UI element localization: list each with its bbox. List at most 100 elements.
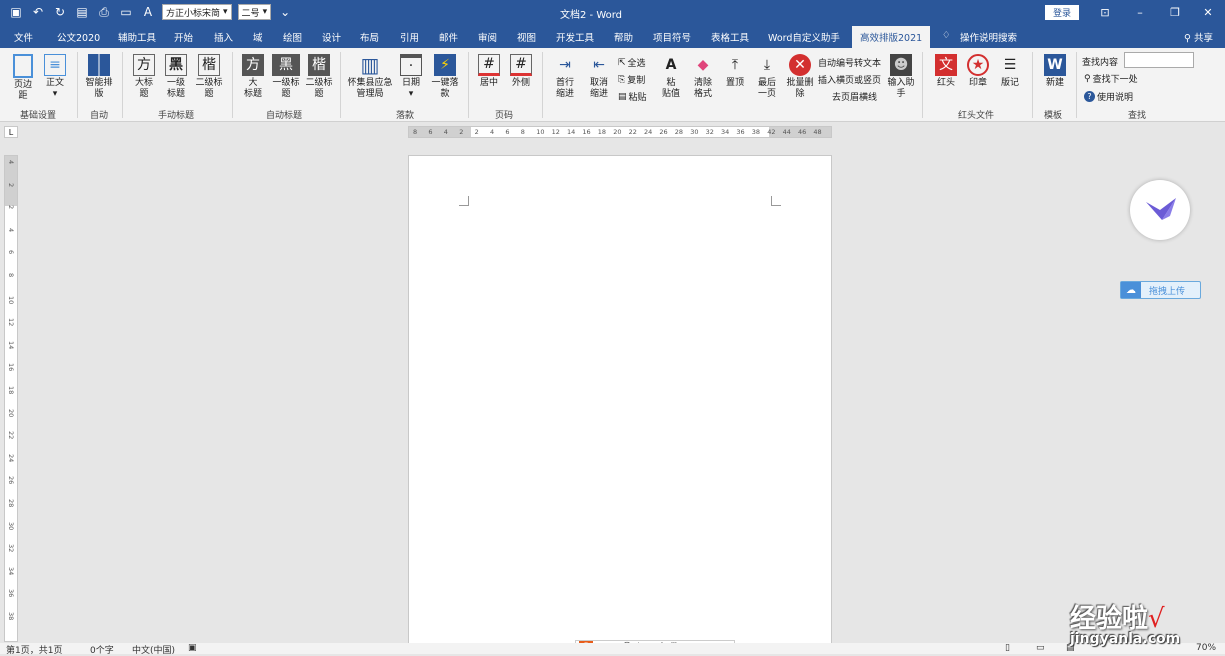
customize-qat-icon[interactable]: ⌄ [277, 4, 293, 20]
last-page-button[interactable]: ⤓ 最后 一页 [754, 54, 780, 100]
print-preview-icon[interactable]: ⎙ [96, 4, 112, 20]
close-icon[interactable]: ✕ [1198, 4, 1218, 20]
ruler-tick-label: 8 [520, 128, 525, 136]
page-center-button[interactable]: # 居中 [476, 54, 502, 89]
tab-file[interactable]: 文件 [14, 30, 33, 44]
find-next-button[interactable]: ⚲ 查找下一处 [1084, 72, 1138, 86]
clear-format-button[interactable]: ◆ 清除 格式 [690, 54, 716, 100]
find-content-input[interactable] [1124, 52, 1194, 68]
login-button[interactable]: 登录 [1045, 5, 1079, 20]
ruler-tick-label: 18 [597, 128, 607, 136]
ruler-tick-label: 2 [7, 205, 15, 210]
document-page[interactable] [408, 155, 832, 645]
tab-design[interactable]: 设计 [322, 30, 341, 44]
share-button[interactable]: ⚲ 共享 [1184, 30, 1213, 44]
print-icon[interactable]: ▭ [118, 4, 134, 20]
hei-dark-icon: 黑 [272, 54, 300, 76]
word-count[interactable]: 0个字 [90, 643, 114, 656]
batch-delete-button[interactable]: ✕ 批量删 除 [784, 54, 816, 100]
undo-icon[interactable]: ↶ [30, 4, 46, 20]
lightbulb-icon: ♢ [942, 30, 951, 41]
title-bar: ▣ ↶ ↻ ▤ ⎙ ▭ A 方正小标宋简 ▾ 二号 ▾ ⌄ 文档2 - Word 登… [0, 0, 1225, 26]
tell-me-search[interactable]: 操作说明搜索 [960, 30, 1017, 44]
to-top-button[interactable]: ⤒ 置顶 [722, 54, 748, 89]
auto-level1-button[interactable]: 黑 一级标 题 [270, 54, 302, 100]
tab-view[interactable]: 视图 [517, 30, 536, 44]
ruler-tick-label: 42 [767, 128, 776, 136]
save-as-icon[interactable]: ▤ [74, 4, 90, 20]
manual-level2-button[interactable]: 楷 二级标 题 [194, 54, 224, 100]
one-key-sign-button[interactable]: ⚡ 一键落 款 [430, 54, 460, 100]
select-all-button[interactable]: ⇱ 全选 [618, 56, 646, 70]
tab-insert[interactable]: 插入 [214, 30, 233, 44]
read-mode-icon[interactable]: ▯ [1005, 643, 1010, 653]
tab-developer[interactable]: 开发工具 [556, 30, 594, 44]
insert-section-page-button[interactable]: 插入横页或竖页 [818, 73, 881, 86]
macro-icon[interactable]: ▣ [188, 643, 197, 653]
input-helper-button[interactable]: ☻ 输入助 手 [886, 54, 916, 100]
version-note-button[interactable]: ☰ 版记 [997, 54, 1023, 89]
font-size-icon[interactable]: A [140, 4, 156, 20]
page-count[interactable]: 第1页，共1页 [6, 643, 62, 656]
save-icon[interactable]: ▣ [8, 4, 24, 20]
auto-number-to-text-button[interactable]: 自动编号转文本 [818, 56, 881, 69]
vertical-ruler[interactable]: 4 2 2 4 6 8 10 12 14 16 18 20 22 24 26 28 30 32 34 36 38 [4, 155, 18, 642]
tab-efficient-layout[interactable]: 高效排版2021 [852, 26, 931, 48]
font-size-select[interactable]: 二号 ▾ [237, 4, 272, 20]
tab-help[interactable]: 帮助 [614, 30, 633, 44]
new-template-button[interactable]: W 新建 [1040, 54, 1070, 89]
tab-draw[interactable]: 绘图 [283, 30, 302, 44]
remove-header-line-button[interactable]: 去页眉横线 [832, 90, 877, 103]
manual-big-title-button[interactable]: 方 大标 题 [130, 54, 158, 100]
seal-button[interactable]: ★ 印章 [965, 54, 991, 89]
tab-gongwen[interactable]: 公文2020 [57, 30, 100, 44]
restore-icon[interactable]: ❐ [1165, 4, 1185, 20]
ruler-tick-label: 48 [813, 128, 822, 136]
ruler-tick-label: 26 [659, 128, 668, 136]
feishu-bird-icon[interactable] [1130, 180, 1190, 240]
minimize-icon[interactable]: – [1130, 4, 1150, 20]
margin-button[interactable]: 页边 距 [10, 54, 36, 102]
tab-home[interactable]: 开始 [174, 30, 193, 44]
print-layout-icon[interactable]: ▭ [1036, 643, 1045, 653]
smart-layout-button[interactable]: 智能排 版 [84, 54, 114, 100]
tab-references[interactable]: 引用 [400, 30, 419, 44]
tab-mailings[interactable]: 邮件 [439, 30, 458, 44]
tab-tools[interactable]: 辅助工具 [118, 30, 156, 44]
org-sign-button[interactable]: ▥ 怀集县应急 管理局 [346, 54, 394, 100]
ribbon-display-icon[interactable]: ⊡ [1095, 4, 1115, 20]
date-button[interactable]: · 日期 ▾ [398, 54, 424, 100]
red-head-button[interactable]: 文 红头 [933, 54, 959, 89]
font-name-select[interactable]: 方正小标宋简 ▾ [162, 4, 232, 20]
ruler-tick-label: 34 [721, 128, 730, 136]
horizontal-ruler[interactable]: 8 6 4 2 2 4 6 8 10 12 14 16 18 20 22 24 26 28 30 32 34 36 38 42… [408, 126, 832, 138]
auto-big-title-button[interactable]: 方 大 标题 [240, 54, 266, 100]
help-button[interactable]: ? 使用说明 [1084, 90, 1133, 103]
tab-bullets[interactable]: 项目符号 [653, 30, 691, 44]
paste-button[interactable]: ▤ 粘贴 [618, 90, 647, 104]
tab-field[interactable]: 域 [253, 30, 263, 44]
help-icon: ? [1084, 91, 1095, 102]
tab-selector[interactable]: L [4, 126, 18, 138]
tab-word-assistant[interactable]: Word自定义助手 [768, 30, 840, 44]
ruler-tick-label: 34 [7, 566, 15, 576]
ruler-tick-label: 8 [413, 128, 418, 136]
manual-level1-button[interactable]: 黑 一级 标题 [162, 54, 190, 100]
tab-layout[interactable]: 布局 [360, 30, 379, 44]
paste-value-button[interactable]: A 粘 贴值 [658, 54, 684, 100]
auto-level2-button[interactable]: 楷 二级标 题 [304, 54, 334, 100]
language[interactable]: 中文(中国) [132, 643, 175, 656]
margin-corner-tl [459, 196, 469, 206]
cancel-indent-button[interactable]: ⇤ 取消 缩进 [584, 54, 614, 100]
drag-upload-button[interactable]: ☁ 拖拽上传 [1120, 281, 1201, 299]
copy-button[interactable]: ⎘ 复制 [618, 73, 645, 87]
body-text-button[interactable]: ≡ 正文 ▾ [42, 54, 68, 100]
tab-review[interactable]: 审阅 [478, 30, 497, 44]
status-bar: 第1页，共1页 0个字 中文(中国) ▣ ▯ ▭ ▤ 70% [0, 643, 1225, 656]
tab-table-tools[interactable]: 表格工具 [711, 30, 749, 44]
group-separator [232, 52, 233, 118]
page-outer-button[interactable]: # 外侧 [508, 54, 534, 89]
redo-icon[interactable]: ↻ [52, 4, 68, 20]
first-line-indent-button[interactable]: ⇥ 首行 缩进 [550, 54, 580, 100]
ruler-tick-label: 4 [443, 128, 448, 136]
